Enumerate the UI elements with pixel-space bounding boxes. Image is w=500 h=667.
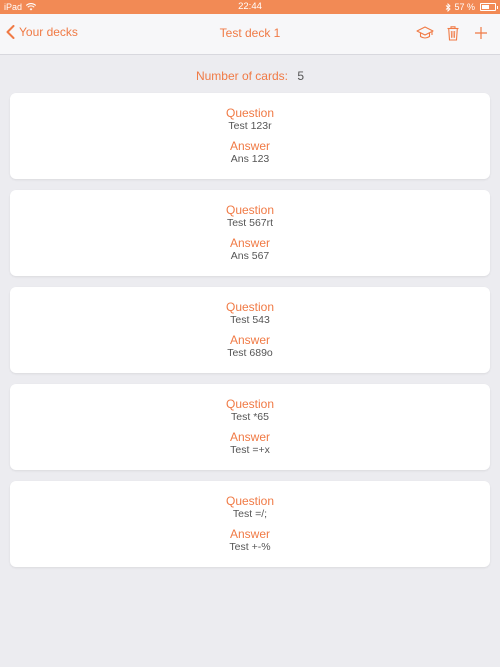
card-list: Question Test 123r Answer Ans 123 Questi… (10, 93, 490, 578)
answer-label: Answer (229, 430, 270, 444)
card-count: Number of cards: 5 (0, 69, 500, 83)
answer-label: Answer (229, 139, 270, 153)
question-text: Test =/; (232, 508, 268, 520)
battery-fill (482, 5, 489, 9)
question-text: Test 123r (228, 120, 272, 132)
card-count-value: 5 (297, 69, 305, 83)
answer-text: Test =+x (230, 444, 270, 456)
answer-text: Test 689o (227, 347, 273, 359)
card-item[interactable]: Question Test 123r Answer Ans 123 (10, 93, 490, 179)
card-count-label: Number of cards: (195, 69, 288, 83)
battery-percent: 57 % (454, 2, 475, 12)
question-text: Test *65 (231, 411, 269, 423)
status-time: 22:44 (238, 1, 262, 12)
question-label: Question (225, 494, 275, 508)
graduation-cap-icon[interactable] (416, 24, 434, 42)
question-text: Test 543 (230, 314, 270, 326)
plus-icon[interactable] (472, 24, 490, 42)
bluetooth-icon (446, 2, 452, 12)
status-right: 57 % (445, 0, 498, 14)
question-text: Test 567rt (226, 217, 274, 229)
card-item[interactable]: Question Test =/; Answer Test +-% (10, 481, 490, 567)
card-item[interactable]: Question Test 543 Answer Test 689o (10, 287, 490, 373)
navigation-bar: Your decks Test deck 1 (0, 14, 500, 55)
answer-text: Test +-% (229, 541, 271, 553)
answer-text: Ans 123 (230, 153, 270, 165)
question-label: Question (225, 397, 275, 411)
answer-label: Answer (229, 333, 270, 347)
question-label: Question (225, 203, 275, 217)
status-bar: iPad 22:44 57 % (0, 0, 500, 14)
card-item[interactable]: Question Test 567rt Answer Ans 567 (10, 190, 490, 276)
answer-text: Ans 567 (230, 250, 270, 262)
nav-actions (416, 24, 490, 42)
card-item[interactable]: Question Test *65 Answer Test =+x (10, 384, 490, 470)
trash-icon[interactable] (444, 24, 462, 42)
answer-label: Answer (229, 236, 270, 250)
question-label: Question (225, 300, 275, 314)
answer-label: Answer (229, 527, 270, 541)
question-label: Question (225, 106, 275, 120)
battery-icon (480, 3, 498, 11)
